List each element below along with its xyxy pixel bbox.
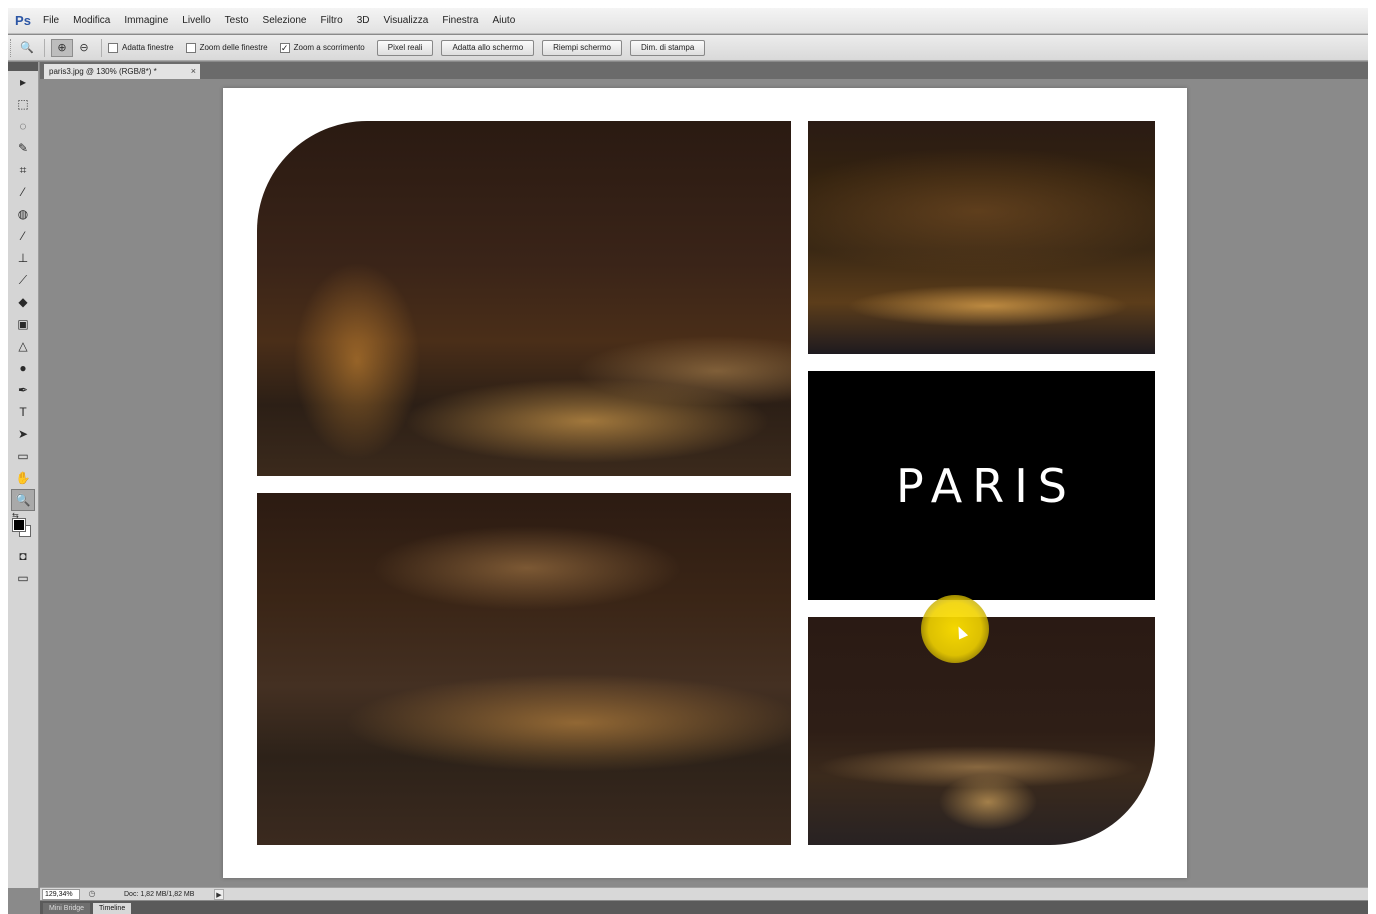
dodge-tool-icon[interactable]: ● bbox=[8, 357, 38, 379]
checkbox-checked-icon[interactable]: ✓ bbox=[279, 42, 290, 53]
document-tab-title: paris3.jpg @ 130% (RGB/8*) * bbox=[49, 67, 157, 76]
eyedropper-tool-icon[interactable]: ⁄ bbox=[8, 181, 38, 203]
zoom-level-field[interactable]: 129,34% bbox=[42, 888, 80, 900]
menu-aiuto[interactable]: Aiuto bbox=[485, 8, 522, 34]
menu-visualizza[interactable]: Visualizza bbox=[377, 8, 436, 34]
tab-timeline[interactable]: Timeline bbox=[93, 903, 132, 914]
tools-panel: ▸ ⬚ ◌ ✎ ⌗ ⁄ ◍ ⁄ ⊥ ⟋ ◆ ▣ △ ● ✒ T ➤ ▭ ✋ 🔍 ⇆ ◘ ▭ bbox=[8, 62, 39, 888]
status-menu-arrow-icon[interactable]: ▶ bbox=[214, 888, 224, 900]
marquee-tool-icon[interactable]: ⬚ bbox=[8, 93, 38, 115]
document-tab[interactable]: paris3.jpg @ 130% (RGB/8*) * × bbox=[44, 64, 200, 79]
menu-testo[interactable]: Testo bbox=[218, 8, 256, 34]
document-canvas[interactable]: PARIS bbox=[223, 88, 1187, 878]
close-icon[interactable]: × bbox=[191, 64, 196, 79]
poster-title: PARIS bbox=[896, 458, 1077, 513]
path-select-tool-icon[interactable]: ➤ bbox=[8, 423, 38, 445]
paris-title-block: PARIS bbox=[808, 371, 1155, 600]
checkbox-label: Adatta finestre bbox=[122, 43, 174, 52]
checkbox-label: Zoom delle finestre bbox=[199, 43, 268, 52]
status-bar: 129,34% ◷ Doc: 1,82 MB/1,82 MB ▶ bbox=[40, 887, 1368, 900]
options-bar: 🔍 ⊕ ⊖ Adatta finestre Zoom delle finestr… bbox=[8, 35, 1368, 61]
zoom-out-icon[interactable]: ⊖ bbox=[73, 39, 95, 57]
shape-tool-icon[interactable]: ▭ bbox=[8, 445, 38, 467]
paris-photo-city-lights bbox=[257, 493, 791, 845]
gradient-tool-icon[interactable]: ▣ bbox=[8, 313, 38, 335]
tools-panel-header[interactable] bbox=[8, 62, 38, 71]
options-separator bbox=[44, 38, 45, 57]
canvas-workspace[interactable]: PARIS bbox=[40, 79, 1368, 887]
menu-selezione[interactable]: Selezione bbox=[256, 8, 314, 34]
menu-3d[interactable]: 3D bbox=[350, 8, 377, 34]
tab-mini-bridge[interactable]: Mini Bridge bbox=[43, 903, 91, 914]
color-swatches: ⇆ bbox=[8, 511, 38, 545]
eraser-tool-icon[interactable]: ◆ bbox=[8, 291, 38, 313]
checkbox-label: Zoom a scorrimento bbox=[293, 43, 365, 52]
paris-photo-trocadero-night bbox=[808, 617, 1155, 845]
photoshop-logo: Ps bbox=[15, 13, 31, 28]
screen-mode-icon[interactable]: ▭ bbox=[8, 567, 38, 589]
move-tool-icon[interactable]: ▸ bbox=[8, 71, 38, 93]
type-tool-icon[interactable]: T bbox=[8, 401, 38, 423]
menu-filtro[interactable]: Filtro bbox=[313, 8, 349, 34]
menu-bar: Ps File Modifica Immagine Livello Testo … bbox=[8, 8, 1368, 34]
checkbox-box[interactable] bbox=[185, 42, 196, 53]
menu-immagine[interactable]: Immagine bbox=[117, 8, 175, 34]
hand-tool-icon[interactable]: ✋ bbox=[8, 467, 38, 489]
status-info-icon[interactable]: ◷ bbox=[86, 889, 98, 899]
actual-pixels-button[interactable]: Pixel reali bbox=[376, 39, 434, 56]
menu-modifica[interactable]: Modifica bbox=[66, 8, 117, 34]
clone-stamp-tool-icon[interactable]: ⊥ bbox=[8, 247, 38, 269]
zoom-in-icon[interactable]: ⊕ bbox=[51, 38, 73, 57]
history-brush-tool-icon[interactable]: ⟋ bbox=[8, 269, 38, 291]
checkbox-box[interactable] bbox=[108, 42, 118, 53]
fill-screen-button[interactable]: Riempi schermo bbox=[542, 39, 622, 56]
healing-brush-tool-icon[interactable]: ◍ bbox=[8, 203, 38, 225]
scrubby-zoom-checkbox[interactable]: ✓ Zoom a scorrimento bbox=[279, 42, 365, 53]
lasso-tool-icon[interactable]: ◌ bbox=[8, 115, 38, 137]
quick-select-tool-icon[interactable]: ✎ bbox=[8, 137, 38, 159]
options-separator bbox=[101, 38, 102, 57]
resize-windows-checkbox[interactable]: Adatta finestre bbox=[108, 42, 174, 53]
photoshop-window: Ps File Modifica Immagine Livello Testo … bbox=[8, 8, 1368, 914]
zoom-tool-icon[interactable]: 🔍 bbox=[11, 489, 35, 511]
bottom-panel-tabs: Mini Bridge Timeline bbox=[40, 901, 1368, 914]
pen-tool-icon[interactable]: ✒ bbox=[8, 379, 38, 401]
zoom-tool-preset-icon[interactable]: 🔍 bbox=[16, 39, 38, 57]
paris-photo-bridge-night bbox=[808, 121, 1155, 354]
blur-tool-icon[interactable]: △ bbox=[8, 335, 38, 357]
document-tab-bar: paris3.jpg @ 130% (RGB/8*) * × bbox=[40, 62, 1368, 79]
print-size-button[interactable]: Dim. di stampa bbox=[629, 39, 706, 56]
document-size-info: Doc: 1,82 MB/1,82 MB bbox=[124, 890, 195, 898]
menu-file[interactable]: File bbox=[36, 8, 66, 34]
menu-finestra[interactable]: Finestra bbox=[435, 8, 485, 34]
zoom-all-windows-checkbox[interactable]: Zoom delle finestre bbox=[185, 42, 268, 53]
menu-livello[interactable]: Livello bbox=[175, 8, 217, 34]
brush-tool-icon[interactable]: ⁄ bbox=[8, 225, 38, 247]
quick-mask-icon[interactable]: ◘ bbox=[8, 545, 38, 567]
fit-screen-button[interactable]: Adatta allo schermo bbox=[441, 39, 535, 56]
crop-tool-icon[interactable]: ⌗ bbox=[8, 159, 38, 181]
foreground-color-swatch[interactable] bbox=[12, 518, 26, 532]
paris-photo-river-night bbox=[257, 121, 791, 476]
tool-list: ▸ ⬚ ◌ ✎ ⌗ ⁄ ◍ ⁄ ⊥ ⟋ ◆ ▣ △ ● ✒ T ➤ ▭ ✋ 🔍 bbox=[8, 71, 38, 511]
